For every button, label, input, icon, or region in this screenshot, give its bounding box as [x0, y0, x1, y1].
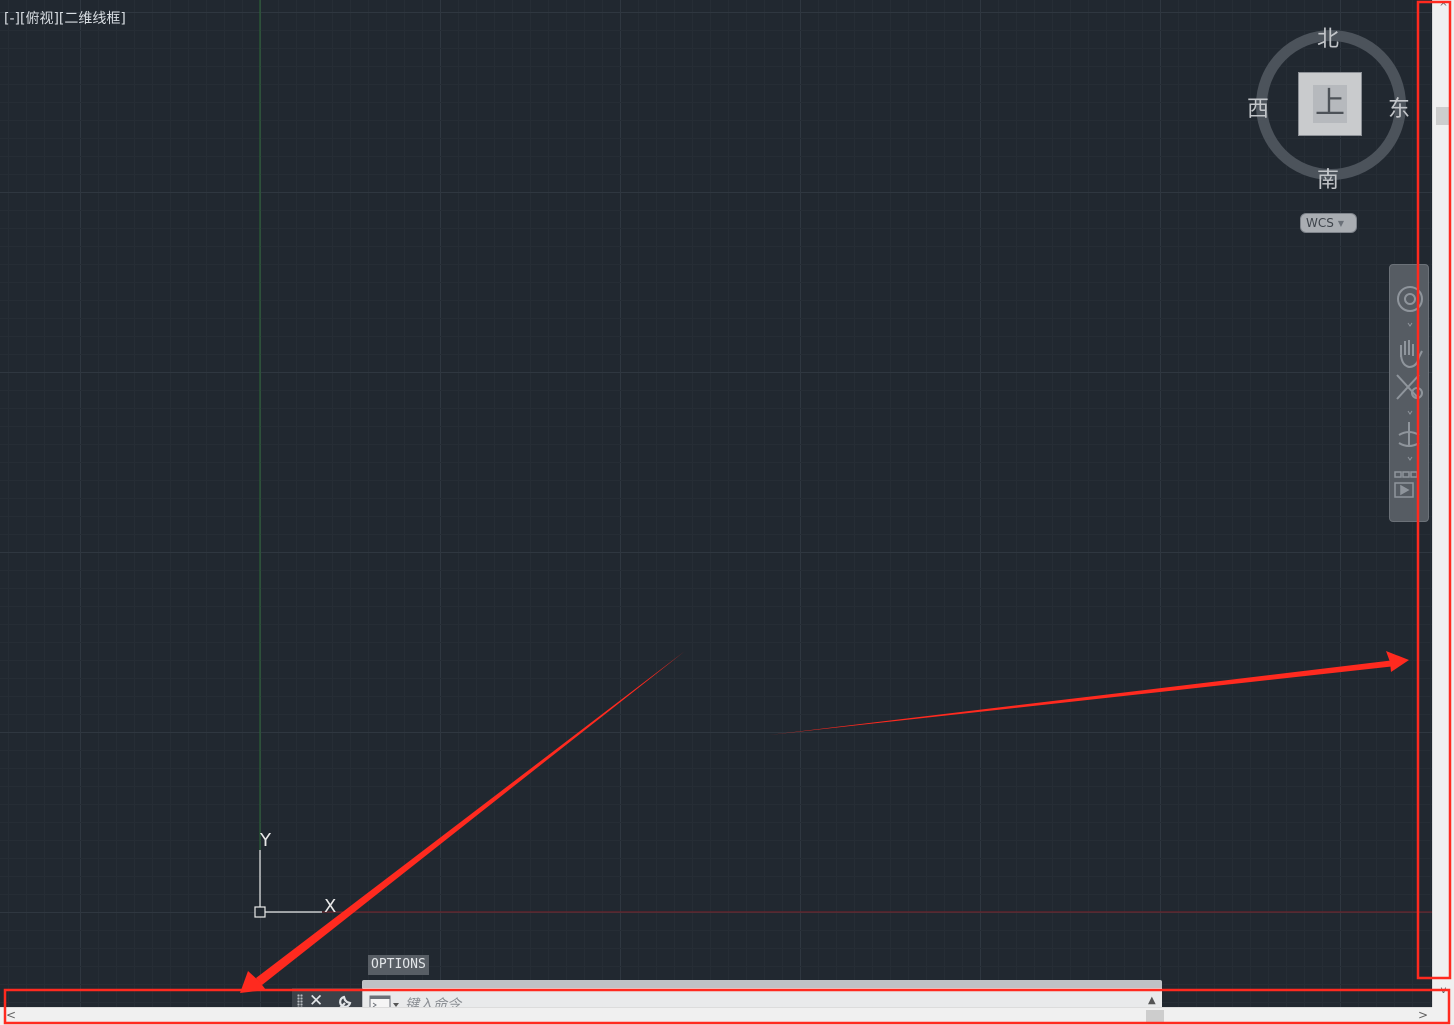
- viewport-menu-toggle[interactable]: [-]: [4, 11, 20, 27]
- ucs-y-label: Y: [259, 830, 272, 851]
- vertical-scroll-thumb[interactable]: [1436, 107, 1451, 125]
- horizontal-scrollbar[interactable]: < >: [0, 1007, 1432, 1025]
- drawing-canvas[interactable]: Y X: [0, 0, 1454, 1025]
- view-name-menu[interactable]: [俯视]: [20, 11, 59, 27]
- compass-west[interactable]: 西: [1247, 91, 1269, 123]
- wcs-menu-button[interactable]: WCS ▼: [1300, 213, 1357, 233]
- showmotion-icon[interactable]: [1394, 471, 1418, 498]
- viewport-controls-label: [-][俯视][二维线框]: [4, 8, 126, 28]
- ucs-x-label: X: [324, 896, 336, 917]
- compass-north[interactable]: 北: [1317, 21, 1339, 53]
- grid: [0, 0, 1432, 1007]
- vertical-scrollbar[interactable]: ^ v: [1432, 0, 1454, 1007]
- scroll-down-icon[interactable]: v: [1433, 985, 1454, 996]
- compass-south[interactable]: 南: [1317, 162, 1339, 194]
- scroll-up-icon[interactable]: ^: [1433, 2, 1454, 13]
- scroll-left-icon[interactable]: <: [6, 1008, 16, 1022]
- scrollbar-corner: [1432, 1007, 1454, 1025]
- visual-style-menu[interactable]: [二维线框]: [59, 11, 126, 27]
- wcs-label: WCS: [1306, 216, 1334, 230]
- pan-icon[interactable]: [1400, 340, 1423, 369]
- scroll-right-icon[interactable]: >: [1418, 1008, 1428, 1022]
- view-cube-face-label: 上: [1313, 85, 1347, 123]
- zoom-extents-icon[interactable]: [1396, 374, 1423, 415]
- options-tooltip: OPTIONS: [368, 955, 429, 975]
- ucs-icon: [254, 850, 322, 918]
- chevron-down-icon: ▼: [1337, 218, 1345, 228]
- compass-east[interactable]: 东: [1388, 91, 1410, 123]
- view-cube-top-face[interactable]: 上: [1298, 72, 1362, 136]
- horizontal-scroll-thumb[interactable]: [1146, 1010, 1164, 1023]
- command-history-toggle-icon[interactable]: ▲: [1148, 995, 1156, 1006]
- steering-wheel-icon[interactable]: [1397, 286, 1423, 327]
- orbit-icon[interactable]: [1398, 422, 1420, 461]
- navigation-bar: [1389, 264, 1429, 522]
